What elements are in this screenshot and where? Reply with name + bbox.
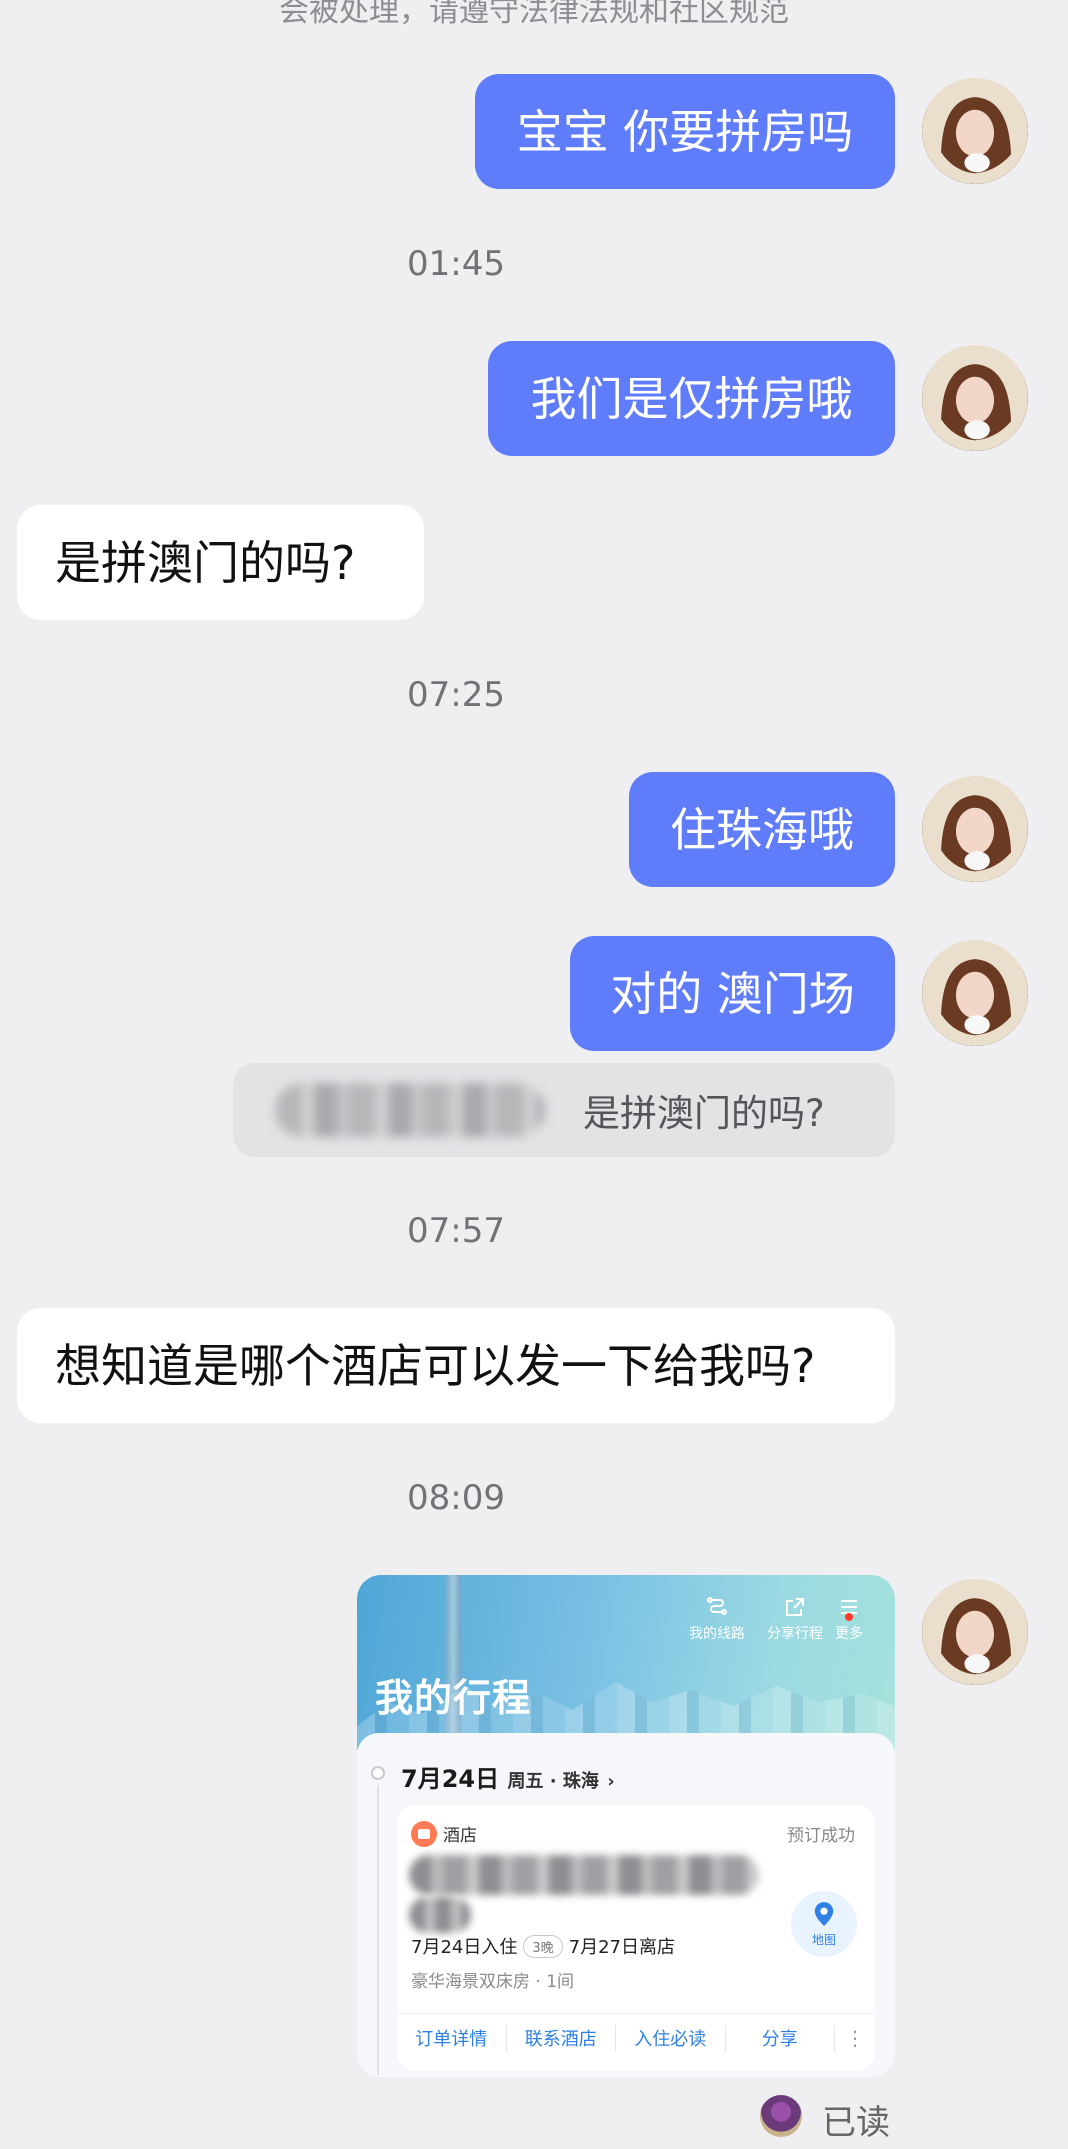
trip-date[interactable]: 7月24日 周五 · 珠海 › <box>401 1759 615 1794</box>
room-type: 豪华海景双床房 · 1间 <box>411 1972 575 1992</box>
notification-dot <box>845 1613 853 1621</box>
user-avatar-icon[interactable] <box>922 1579 1028 1685</box>
user-avatar-icon[interactable] <box>922 345 1028 451</box>
trip-card-header: 我的行程 我的线路 分享行程 更多 <box>357 1575 895 1750</box>
checkin-guide-button[interactable]: 入住必读 <box>616 2024 726 2051</box>
contact-hotel-button[interactable]: 联系酒店 <box>507 2024 616 2051</box>
reader-avatar-icon <box>760 2095 802 2137</box>
booking-actions: 订单详情 联系酒店 入住必读 分享 ⋮ <box>397 2013 875 2061</box>
trip-card-message[interactable]: 我的行程 我的线路 分享行程 更多 7月24日 周五 · 珠海 › 酒店 预订成… <box>357 1575 895 2077</box>
message-bubble-received[interactable]: 想知道是哪个酒店可以发一下给我吗? <box>17 1308 895 1423</box>
hotel-icon <box>411 1821 437 1847</box>
trip-card-body: 7月24日 周五 · 珠海 › 酒店 预订成功 地图 7月24日入住 3晚 7月… <box>357 1733 895 2077</box>
user-avatar-icon[interactable] <box>922 776 1028 882</box>
order-details-button[interactable]: 订单详情 <box>397 2024 507 2051</box>
timestamp: 07:25 <box>407 675 505 715</box>
message-bubble-sent[interactable]: 住珠海哦 <box>629 772 895 887</box>
message-bubble-received[interactable]: 是拼澳门的吗? <box>17 505 424 620</box>
map-button[interactable]: 地图 <box>791 1891 857 1957</box>
trip-title: 我的行程 <box>375 1676 532 1720</box>
quoted-text: 是拼澳门的吗? <box>583 1092 825 1135</box>
user-avatar-icon[interactable] <box>922 940 1028 1046</box>
map-pin-icon <box>814 1902 834 1926</box>
message-bubble-sent[interactable]: 我们是仅拼房哦 <box>488 341 895 456</box>
timestamp: 08:09 <box>407 1478 505 1518</box>
read-status: 已读 <box>822 2103 890 2143</box>
chevron-right-icon: › <box>607 1771 615 1792</box>
blurred-username <box>275 1083 545 1137</box>
hotel-booking-card[interactable]: 酒店 预订成功 地图 7月24日入住 3晚 7月27日离店 豪华海景双床房 · … <box>397 1805 875 2071</box>
more-options-icon[interactable]: ⋮ <box>835 2026 875 2050</box>
message-bubble-sent[interactable]: 对的 澳门场 <box>570 936 895 1051</box>
nights-badge: 3晚 <box>523 1934 563 1958</box>
stay-dates: 7月24日入住 3晚 7月27日离店 <box>411 1933 675 1959</box>
booking-status: 预订成功 <box>787 1826 855 1846</box>
system-notice: 会被处理，请遵守法律法规和社区规范 <box>279 0 789 29</box>
quoted-message[interactable]: 是拼澳门的吗? <box>233 1063 895 1157</box>
blurred-hotel-name <box>409 1855 759 1895</box>
timeline-dot <box>371 1766 385 1780</box>
my-route-button[interactable]: 我的线路 <box>675 1595 759 1643</box>
route-icon <box>675 1595 759 1619</box>
share-button[interactable]: 分享 <box>726 2024 835 2051</box>
timestamp: 07:57 <box>407 1211 505 1251</box>
more-button[interactable]: 更多 <box>819 1595 879 1643</box>
user-avatar-icon[interactable] <box>922 78 1028 184</box>
booking-type: 酒店 <box>443 1826 477 1846</box>
timestamp: 01:45 <box>407 244 505 284</box>
message-bubble-sent[interactable]: 宝宝 你要拼房吗 <box>475 74 895 189</box>
